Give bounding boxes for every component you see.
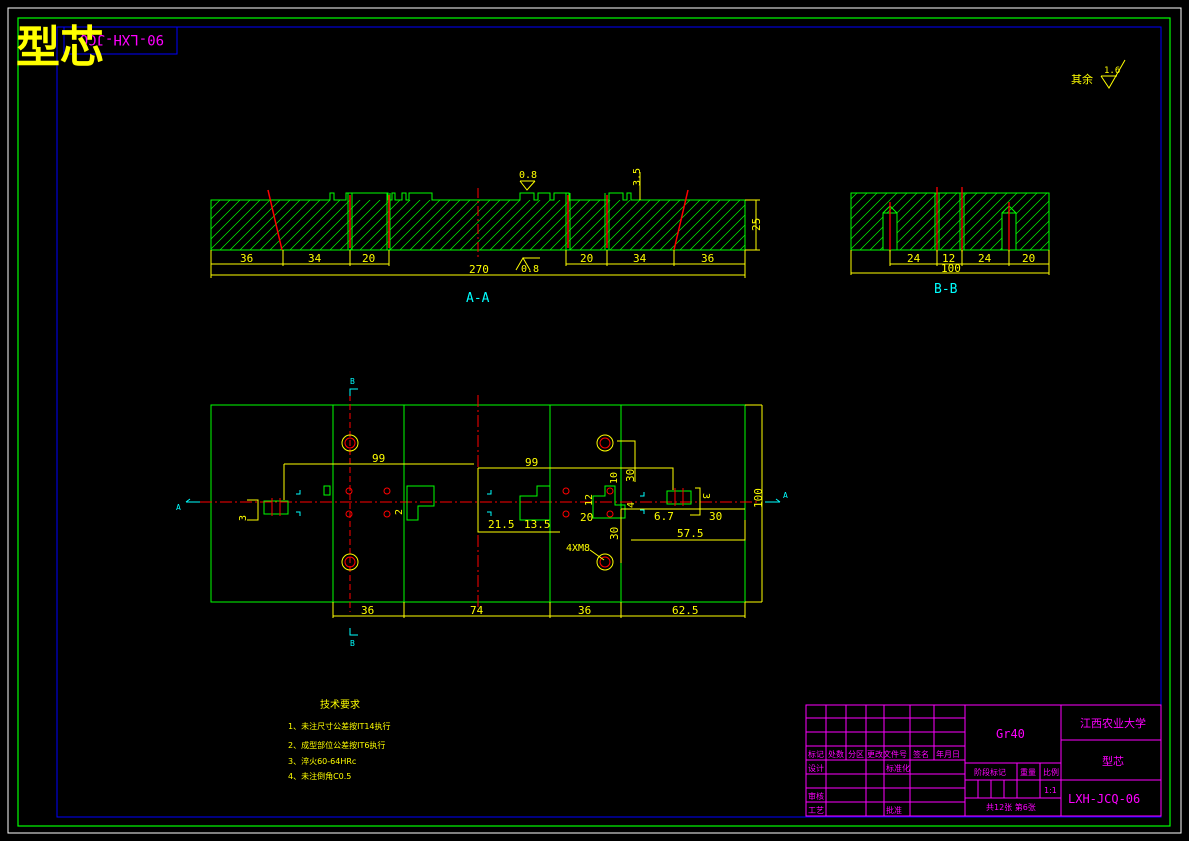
cut-a-right: A (783, 491, 788, 500)
plan-dim-30-right: 30 (709, 510, 722, 523)
section-aa: 0.8 0.8 3.5 25 36 34 20 20 34 36 270 A-A (210, 168, 763, 306)
cad-drawing: 90-LXH-JCQ 型芯 其余 1.6 0.8 0.8 3.5 25 36 3… (7, 7, 1182, 834)
plan-bottom-dim-4: 62.5 (672, 604, 699, 617)
section-bb-hatch (850, 192, 1050, 251)
bb-label: B-B (934, 282, 958, 297)
surface-note-label: 其余 (1071, 72, 1093, 86)
tb-drawing-no: LXH-JCQ-06 (1068, 792, 1140, 806)
cut-a-left: A (176, 503, 181, 512)
tb-hdr-mark: 标记 (808, 749, 824, 759)
aa-dim-right-3: 36 (701, 252, 714, 265)
plan-bottom-dim-2: 74 (470, 604, 484, 617)
aa-roughness-bottom: 0.8 (521, 264, 539, 275)
tb-lbl-stage: 阶段标记 (974, 767, 1006, 777)
tb-part-name: 型芯 (1102, 754, 1124, 768)
tech-req-item-3: 3、淬火60-64HRc (288, 756, 356, 766)
cut-b-top: B (350, 377, 355, 386)
tech-req-item-1: 1、未注尺寸公差按IT14执行 (288, 721, 391, 731)
plan-dim-13-5: 13.5 (524, 518, 551, 531)
plan-dim-57-5: 57.5 (677, 527, 704, 540)
plan-dim-3-left: 3 (238, 515, 249, 521)
tb-hdr-sign: 签名 (913, 749, 929, 759)
tech-requirements: 技术要求 1、未注尺寸公差按IT14执行 2、成型部位公差按IT6执行 3、淬火… (288, 698, 391, 781)
tb-material: Gr40 (996, 727, 1025, 741)
plan-bottom-dim-3: 36 (578, 604, 591, 617)
tb-hdr-doc: 更改文件号 (867, 749, 907, 759)
plan-bottom-dim-1: 36 (361, 604, 374, 617)
plan-dim-12: 12 (584, 494, 595, 506)
aa-dim-right-2: 34 (633, 252, 647, 265)
bb-dim-1: 24 (907, 252, 921, 265)
bb-total: 100 (941, 262, 961, 275)
surface-note-value: 1.6 (1104, 66, 1120, 76)
plan-dim-4: 4 (626, 502, 637, 508)
plan-dim-2: 2 (394, 509, 405, 515)
bb-dim-4: 20 (1022, 252, 1035, 265)
plan-dim-10: 10 (609, 472, 620, 484)
section-bb: 24 12 24 20 100 B-B (850, 187, 1050, 297)
plan-dim-30-top: 30 (624, 469, 637, 482)
tb-hdr-date: 年月日 (936, 749, 960, 759)
title-mark: 型芯 (16, 22, 104, 73)
tb-lbl-scale: 比例 (1043, 767, 1059, 777)
plan-thread: 4XM8 (566, 543, 590, 554)
tb-lbl-approve: 批准 (886, 805, 902, 815)
plan-dim-99-left: 99 (372, 452, 385, 465)
tb-scale: 1:1 (1044, 786, 1057, 795)
aa-total: 270 (469, 263, 489, 276)
aa-dim-left-1: 36 (240, 252, 253, 265)
tb-lbl-weight: 重量 (1020, 767, 1036, 777)
aa-height: 25 (750, 218, 763, 231)
plan-view: 100 A A B B 99 99 30 10 12 2 21.5 13.5 2… (176, 377, 788, 648)
plan-dim-21-5: 21.5 (488, 518, 515, 531)
aa-dim-left-2: 34 (308, 252, 322, 265)
tb-lbl-design: 设计 (808, 763, 824, 773)
aa-roughness-top: 0.8 (519, 170, 537, 181)
outer-border (7, 7, 1182, 834)
tb-hdr-count: 处数 (828, 749, 844, 759)
plan-dim-30-side: 30 (608, 527, 621, 540)
aa-label: A-A (466, 291, 490, 306)
aa-dim-right-1: 20 (580, 252, 593, 265)
plan-dim-3-right: 3 (700, 493, 711, 499)
tb-hdr-zone: 分区 (848, 750, 864, 759)
tb-sheets: 共12张 第6张 (986, 802, 1036, 812)
aa-dim-left-3: 20 (362, 252, 375, 265)
plan-dim-6-7: 6.7 (654, 510, 674, 523)
plan-dim-100: 100 (752, 488, 765, 508)
tech-req-title: 技术要求 (320, 698, 360, 711)
bb-dim-3: 24 (978, 252, 992, 265)
blue-frame (56, 26, 1162, 818)
plan-dim-20: 20 (580, 511, 593, 524)
tb-lbl-std: 标准化 (886, 763, 910, 773)
tb-lbl-check: 审核 (808, 791, 824, 801)
plan-dim-99-right: 99 (525, 456, 538, 469)
tb-lbl-process: 工艺 (808, 806, 824, 815)
tech-req-item-4: 4、未注倒角C0.5 (288, 771, 351, 781)
tech-req-item-2: 2、成型部位公差按IT6执行 (288, 740, 385, 750)
tb-school: 江西农业大学 (1080, 716, 1146, 730)
cut-b-bottom: B (350, 639, 355, 648)
aa-depth: 3.5 (632, 168, 643, 186)
